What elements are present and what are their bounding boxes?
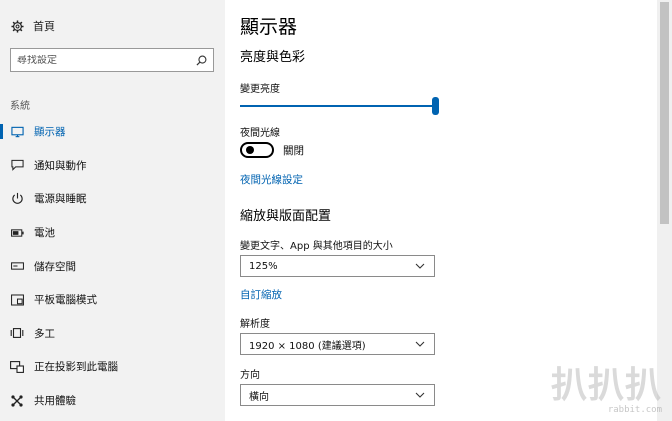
orientation-label: 方向: [240, 370, 260, 381]
chevron-down-icon: [414, 260, 426, 272]
text-size-label: 變更文字、App 與其他項目的大小: [240, 241, 393, 252]
storage-icon: [10, 259, 24, 273]
page-title: 顯示器: [240, 16, 298, 38]
brightness-label: 變更亮度: [240, 84, 280, 95]
projecting-icon: [10, 360, 24, 374]
sidebar-item-label: 多工: [34, 327, 55, 340]
text-size-value: 125%: [249, 260, 278, 272]
chevron-down-icon: [414, 338, 426, 350]
notification-icon: [10, 158, 24, 172]
sidebar-item-power-sleep[interactable]: 電源與睡眠: [0, 182, 225, 216]
sidebar-item-tablet-mode[interactable]: 平板電腦模式: [0, 283, 225, 317]
brightness-section-title: 亮度與色彩: [240, 50, 306, 65]
resolution-label: 解析度: [240, 319, 270, 330]
search-box[interactable]: [10, 48, 214, 72]
watermark-logo: 扒扒扒 rabbit.com: [550, 365, 662, 416]
power-icon: [10, 192, 24, 206]
night-light-toggle[interactable]: [240, 142, 274, 158]
slider-thumb[interactable]: [432, 97, 439, 115]
scrollbar-thumb[interactable]: [660, 2, 669, 224]
sidebar-item-shared-experiences[interactable]: 共用體驗: [0, 384, 225, 418]
watermark-site: rabbit.com: [607, 405, 662, 415]
main-content: 顯示器 亮度與色彩 變更亮度 夜間光線 關閉 夜間光線設定 縮放與版面配置 變更…: [225, 0, 657, 421]
night-light-settings-link[interactable]: 夜間光線設定: [240, 172, 303, 187]
custom-scaling-link[interactable]: 自訂縮放: [240, 287, 282, 302]
tablet-mode-icon: [10, 293, 24, 307]
sidebar-item-projecting[interactable]: 正在投影到此電腦: [0, 350, 225, 384]
battery-icon: [10, 226, 24, 240]
chevron-down-icon: [414, 389, 426, 401]
sidebar-item-label: 電池: [34, 227, 55, 240]
orientation-value: 橫向: [249, 391, 269, 403]
orientation-dropdown[interactable]: 橫向: [240, 384, 435, 406]
sidebar-item-label: 儲存空間: [34, 260, 76, 273]
sidebar: 首頁 系統 顯示器 通知與動作 電源與睡眠: [0, 0, 225, 421]
text-size-dropdown[interactable]: 125%: [240, 255, 435, 277]
monitor-icon: [10, 125, 24, 139]
night-light-label: 夜間光線: [240, 128, 280, 139]
scale-layout-section-title: 縮放與版面配置: [240, 209, 332, 224]
resolution-dropdown[interactable]: 1920 × 1080 (建議選項): [240, 333, 435, 355]
sidebar-item-label: 共用體驗: [34, 395, 76, 408]
gear-icon: [10, 19, 24, 33]
vertical-scrollbar[interactable]: [657, 0, 672, 421]
sidebar-item-label: 通知與動作: [34, 159, 87, 172]
home-label: 首頁: [33, 20, 55, 33]
sidebar-item-label: 正在投影到此電腦: [34, 361, 118, 374]
sidebar-nav: 顯示器 通知與動作 電源與睡眠 電池 儲存空間 平板電腦模式 多工 正在投影到此…: [0, 115, 225, 417]
home-link[interactable]: 首頁: [10, 18, 55, 34]
multitasking-icon: [10, 326, 24, 340]
night-light-toggle-row: 關閉: [240, 142, 304, 158]
sidebar-item-battery[interactable]: 電池: [0, 216, 225, 250]
toggle-knob: [246, 146, 254, 154]
watermark-logo-text: 扒扒扒: [550, 365, 662, 406]
sidebar-item-label: 顯示器: [34, 126, 66, 139]
sidebar-item-multitasking[interactable]: 多工: [0, 317, 225, 351]
resolution-value: 1920 × 1080 (建議選項): [249, 340, 366, 352]
sidebar-item-notifications[interactable]: 通知與動作: [0, 149, 225, 183]
section-label-system: 系統: [10, 101, 30, 112]
sidebar-item-label: 平板電腦模式: [34, 294, 97, 307]
search-icon[interactable]: [195, 54, 207, 66]
brightness-slider[interactable]: [240, 96, 439, 116]
sidebar-item-display[interactable]: 顯示器: [0, 115, 225, 149]
sidebar-item-storage[interactable]: 儲存空間: [0, 249, 225, 283]
shared-experiences-icon: [10, 394, 24, 408]
slider-track: [240, 105, 436, 107]
night-light-state: 關閉: [283, 144, 304, 157]
sidebar-item-label: 電源與睡眠: [34, 193, 87, 206]
search-input[interactable]: [17, 54, 195, 66]
